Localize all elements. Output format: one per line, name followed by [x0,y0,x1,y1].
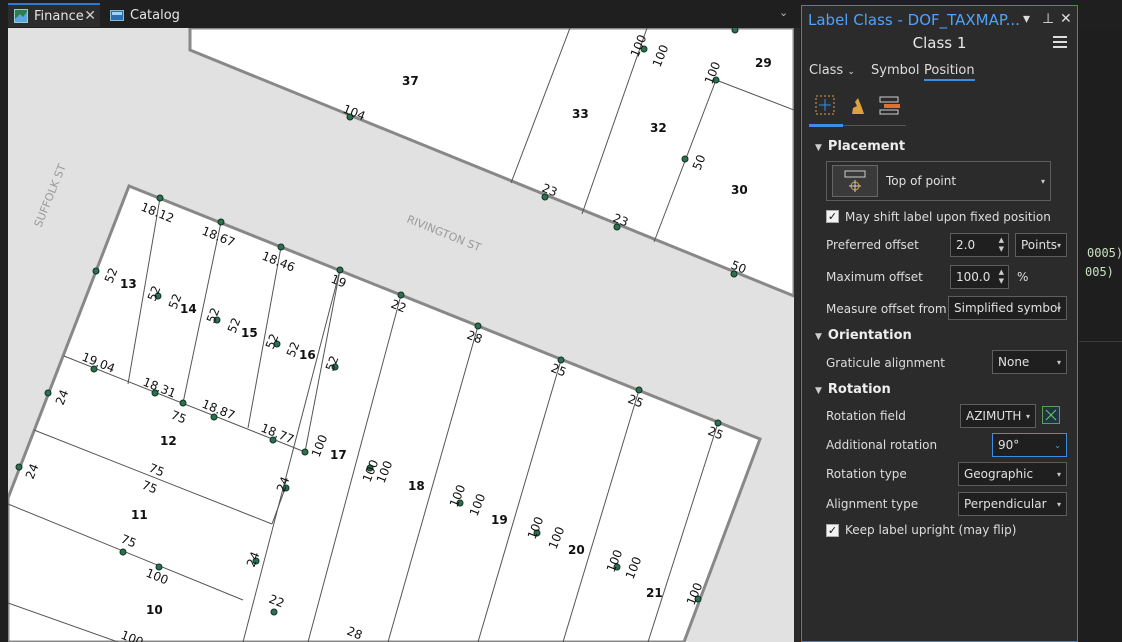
svg-text:15: 15 [241,326,258,340]
rotation-type-dropdown[interactable]: Geographic ▾ [958,462,1067,486]
measure-offset-dropdown[interactable]: Simplified symbol ▾ [948,296,1067,320]
svg-text:10: 10 [146,603,163,617]
shift-label-checkbox[interactable]: ✓ [826,210,839,223]
additional-rotation-label: Additional rotation [826,438,938,452]
svg-text:13: 13 [120,277,137,291]
dropdown-arrow-icon: ▾ [1056,357,1061,367]
alignment-type-label: Alignment type [826,497,919,511]
dropdown-arrow-icon: ▾ [1056,303,1061,313]
tab-finance-label: Finance [34,8,84,24]
code-line: 005) [1085,265,1114,279]
rotation-type-label: Rotation type [826,467,907,481]
max-offset-unit: % [1017,270,1029,284]
rotation-field-label: Rotation field [826,409,906,423]
chevron-down-icon[interactable]: ⌄ [779,6,788,19]
chevron-down-icon: ▼ [815,332,822,342]
max-offset-input[interactable]: 100.0 ▲ ▼ [950,265,1009,289]
dropdown-arrow-icon: ▾ [1056,240,1061,250]
svg-text:32: 32 [650,121,667,135]
svg-text:19: 19 [491,513,508,527]
tax-map: SUFFOLK ST RIVINGTON ST 3733 3229 3013 1… [8,28,794,642]
code-editor-fragment: 0005) 005) [1079,28,1122,642]
close-icon[interactable]: ✕ [1060,11,1072,27]
menu-icon[interactable] [1053,36,1067,48]
dropdown-arrow-icon[interactable]: ▾ [1023,11,1030,27]
alignment-type-dropdown[interactable]: Perpendicular ▾ [958,492,1067,516]
keep-upright-checkbox[interactable]: ✓ [826,524,839,537]
svg-text:20: 20 [568,543,585,557]
chevron-down-icon: ⌄ [1054,440,1061,450]
divider [1079,341,1122,342]
svg-text:16: 16 [299,348,316,362]
rotation-header[interactable]: ▼ Rotation [815,382,891,397]
pane-splitter[interactable] [794,28,800,642]
tab-position[interactable]: Position [924,63,975,81]
max-offset-label: Maximum offset [826,270,923,284]
keep-upright-label: Keep label upright (may flip) [845,523,1017,537]
chevron-down-icon: ▼ [815,386,822,396]
tab-symbol[interactable]: Symbol [871,63,919,78]
offset-unit-dropdown[interactable]: Points ▾ [1015,233,1067,257]
expression-icon[interactable] [1042,406,1060,424]
shift-label-text: May shift label upon fixed position [845,210,1051,224]
tab-class[interactable]: Class ⌄ [809,63,855,78]
document-tab-bar: Finance ✕ Catalog ⌄ [0,0,797,28]
svg-text:33: 33 [572,107,589,121]
label-class-name: Class 1 [912,34,967,52]
measure-offset-label: Measure offset from [826,302,947,316]
preferred-offset-input[interactable]: 2.0 ▲ ▼ [950,233,1009,257]
position-placement-icon[interactable] [814,94,838,116]
orientation-header[interactable]: ▼ Orientation [815,328,912,343]
svg-text:29: 29 [755,56,772,70]
fitting-strategy-icon[interactable] [878,94,902,116]
placement-type-value: Top of point [886,174,957,188]
svg-text:11: 11 [131,508,148,522]
tab-catalog-label: Catalog [130,7,180,23]
close-icon[interactable]: ✕ [84,8,96,24]
spinner-icon: ▲ ▼ [998,236,1004,253]
svg-text:17: 17 [330,448,347,462]
svg-text:30: 30 [731,183,748,197]
pin-icon[interactable]: ⊥ [1042,11,1054,27]
map-icon [14,9,28,23]
spinner-icon: ▲ ▼ [998,268,1004,285]
preferred-offset-label: Preferred offset [826,238,919,252]
svg-text:21: 21 [646,586,663,600]
additional-rotation-input[interactable]: 90° ⌄ [992,433,1067,457]
graticule-label: Graticule alignment [826,356,945,370]
dropdown-arrow-icon: ▾ [1056,469,1061,479]
svg-text:18: 18 [408,479,425,493]
rotation-field-dropdown[interactable]: AZIMUTH ▾ [960,404,1036,428]
top-of-point-icon [832,165,878,197]
placement-header[interactable]: ▼ Placement [815,139,905,154]
placement-type-dropdown[interactable]: Top of point ▾ [826,161,1051,201]
dropdown-arrow-icon: ▾ [1040,176,1045,186]
catalog-icon [110,8,124,22]
pane-title: Label Class - DOF_TAXMAP.... [808,11,1020,29]
subtab-underline [809,124,906,127]
svg-text:14: 14 [180,302,197,316]
chevron-down-icon: ⌄ [847,67,855,77]
dropdown-arrow-icon: ▾ [1056,499,1061,509]
dropdown-arrow-icon: ▾ [1025,411,1030,421]
graticule-dropdown[interactable]: None ▾ [992,350,1067,374]
svg-text:37: 37 [402,74,419,88]
chevron-down-icon: ▼ [815,143,822,153]
svg-text:12: 12 [160,434,177,448]
tab-catalog[interactable]: Catalog [106,3,206,27]
code-line: 0005) [1087,246,1122,260]
conflict-resolution-icon[interactable] [846,94,870,116]
label-class-pane: Label Class - DOF_TAXMAP.... ▾ ⊥ ✕ Class… [801,5,1078,642]
map-view[interactable]: SUFFOLK ST RIVINGTON ST 37 33 32 29 30 13 1… [8,28,794,642]
tab-finance[interactable]: Finance ✕ [8,3,100,27]
